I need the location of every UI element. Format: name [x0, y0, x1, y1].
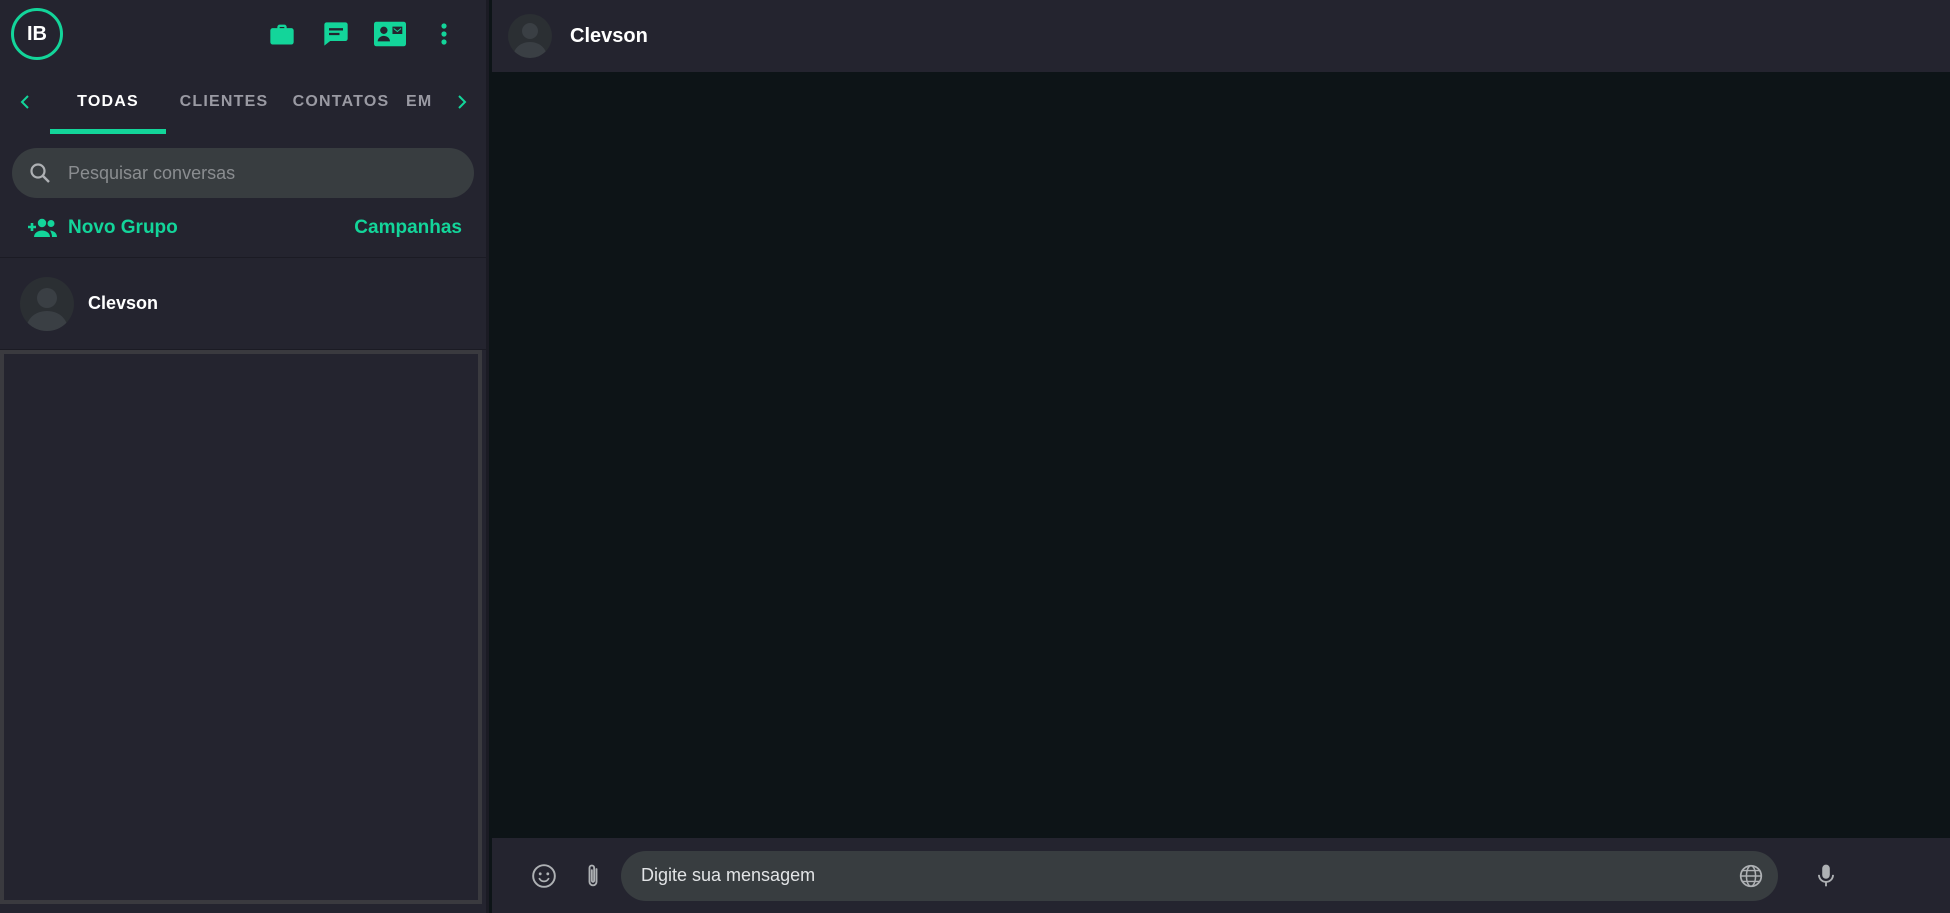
- profile-avatar[interactable]: IB: [11, 8, 63, 60]
- sidebar-topbar: IB: [0, 0, 486, 68]
- search-icon: [26, 159, 54, 187]
- empty-panel: [0, 350, 482, 904]
- avatar: [20, 276, 74, 331]
- search-input[interactable]: [68, 162, 448, 184]
- more-vert-icon[interactable]: [424, 14, 464, 54]
- chat-name: Clevson: [88, 293, 159, 313]
- conversation-tabs: TODAS CLIENTES CONTATOS EM: [0, 68, 486, 136]
- message-input[interactable]: [641, 865, 1738, 886]
- emoji-icon[interactable]: [524, 856, 564, 896]
- tab-contatos[interactable]: CONTATOS: [282, 68, 400, 136]
- chat-list-item[interactable]: Clevson: [0, 258, 486, 350]
- composer: [492, 838, 1950, 913]
- new-group-label: Novo Grupo: [68, 216, 178, 238]
- contact-card-icon[interactable]: [370, 14, 410, 54]
- new-group-button[interactable]: Novo Grupo: [26, 217, 178, 239]
- chat-icon[interactable]: [316, 14, 356, 54]
- chevron-left-icon[interactable]: [0, 68, 50, 136]
- mic-icon[interactable]: [1806, 856, 1846, 896]
- briefcase-icon[interactable]: [262, 14, 302, 54]
- sidebar-actions: Novo Grupo Campanhas: [0, 198, 486, 258]
- tab-clientes[interactable]: CLIENTES: [166, 68, 282, 136]
- chat-header: Clevson: [492, 0, 1950, 72]
- campaigns-label: Campanhas: [354, 216, 462, 238]
- group-add-icon: [26, 217, 58, 239]
- campaigns-button[interactable]: Campanhas: [354, 217, 462, 239]
- search-bar: [12, 148, 474, 198]
- sidebar: IB TODAS CLIENTES CONTATOS EM Pesquisar …: [0, 0, 489, 913]
- messages-area: [492, 72, 1950, 838]
- avatar[interactable]: [508, 14, 552, 58]
- chevron-right-icon[interactable]: [438, 68, 486, 136]
- chat-header-name[interactable]: Clevson: [570, 25, 648, 48]
- globe-icon[interactable]: [1738, 863, 1764, 889]
- attach-icon[interactable]: [573, 856, 613, 896]
- topbar-actions: [262, 14, 464, 54]
- message-input-box: [621, 850, 1778, 901]
- profile-initials: IB: [27, 22, 47, 45]
- tab-todas[interactable]: TODAS: [50, 68, 166, 136]
